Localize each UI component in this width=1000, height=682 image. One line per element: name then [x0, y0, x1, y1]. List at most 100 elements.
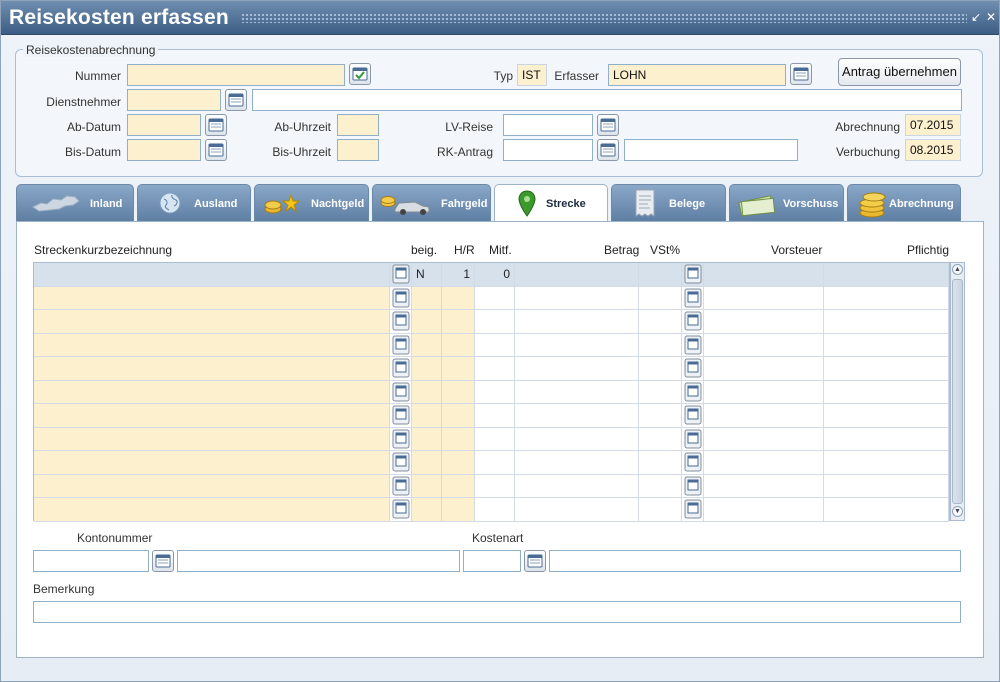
table-row[interactable] — [34, 427, 949, 451]
erfasser-input[interactable] — [608, 64, 786, 86]
table-row[interactable] — [34, 474, 949, 498]
cell-mitf[interactable] — [475, 310, 515, 334]
row-lookup-button[interactable] — [682, 357, 704, 381]
lvreise-input[interactable] — [503, 114, 593, 136]
abdatum-calendar-button[interactable] — [205, 114, 227, 136]
cell-bez[interactable] — [34, 310, 390, 334]
cell-betrag[interactable] — [515, 357, 639, 381]
cell-bez[interactable] — [34, 427, 390, 451]
cell-hr[interactable] — [442, 286, 475, 310]
cell-mitf[interactable] — [475, 286, 515, 310]
scroll-thumb[interactable] — [952, 279, 963, 504]
cell-vst[interactable] — [639, 357, 682, 381]
cell-vst[interactable] — [639, 474, 682, 498]
row-lookup-button[interactable] — [390, 310, 412, 334]
erfasser-lookup-button[interactable] — [790, 63, 812, 85]
nummer-input[interactable] — [127, 64, 345, 86]
kontonummer-lookup-button[interactable] — [152, 550, 174, 572]
cell-bez[interactable] — [34, 498, 390, 522]
cell-bez[interactable] — [34, 404, 390, 428]
cell-betrag[interactable] — [515, 263, 639, 287]
table-row[interactable] — [34, 380, 949, 404]
tab-abrechnung[interactable]: Abrechnung — [847, 184, 961, 221]
row-lookup-button[interactable] — [390, 451, 412, 475]
cell-vorsteuer[interactable] — [704, 333, 824, 357]
row-lookup-button[interactable] — [390, 380, 412, 404]
cell-vorsteuer[interactable] — [704, 263, 824, 287]
cell-vst[interactable] — [639, 286, 682, 310]
cell-beig[interactable] — [412, 310, 442, 334]
row-lookup-button[interactable] — [390, 263, 412, 287]
cell-hr[interactable] — [442, 380, 475, 404]
kontonummer-input[interactable] — [33, 550, 149, 572]
cell-hr[interactable] — [442, 427, 475, 451]
cell-mitf[interactable] — [475, 474, 515, 498]
cell-mitf[interactable] — [475, 498, 515, 522]
antrag-uebernehmen-button[interactable]: Antrag übernehmen — [838, 58, 961, 86]
cell-bez[interactable] — [34, 380, 390, 404]
table-row[interactable] — [34, 498, 949, 522]
cell-beig[interactable] — [412, 427, 442, 451]
table-row[interactable] — [34, 310, 949, 334]
cell-pflichtig[interactable] — [824, 357, 949, 381]
cell-beig[interactable] — [412, 357, 442, 381]
cell-vorsteuer[interactable] — [704, 451, 824, 475]
cell-pflichtig[interactable] — [824, 263, 949, 287]
cell-vst[interactable] — [639, 427, 682, 451]
cell-vorsteuer[interactable] — [704, 427, 824, 451]
cell-pflichtig[interactable] — [824, 498, 949, 522]
cell-vst[interactable] — [639, 404, 682, 428]
cell-pflichtig[interactable] — [824, 451, 949, 475]
cell-vst[interactable] — [639, 498, 682, 522]
abdatum-input[interactable] — [127, 114, 201, 136]
cell-mitf[interactable] — [475, 333, 515, 357]
cell-beig[interactable]: N — [412, 263, 442, 287]
cell-bez[interactable] — [34, 286, 390, 310]
kostenart-text-field[interactable] — [549, 550, 961, 572]
cell-beig[interactable] — [412, 474, 442, 498]
cell-mitf[interactable] — [475, 451, 515, 475]
dienstnehmer-input[interactable] — [127, 89, 221, 111]
row-lookup-button[interactable] — [682, 380, 704, 404]
cell-vst[interactable] — [639, 451, 682, 475]
table-row[interactable] — [34, 333, 949, 357]
table-row[interactable] — [34, 357, 949, 381]
bisdatum-calendar-button[interactable] — [205, 139, 227, 161]
row-lookup-button[interactable] — [390, 357, 412, 381]
tab-strecke[interactable]: Strecke — [494, 184, 608, 222]
cell-beig[interactable] — [412, 333, 442, 357]
tab-fahrgeld[interactable]: Fahrgeld — [372, 184, 491, 221]
rkantrag-lookup-button[interactable] — [597, 139, 619, 161]
cell-betrag[interactable] — [515, 380, 639, 404]
kostenart-input[interactable] — [463, 550, 521, 572]
cell-vorsteuer[interactable] — [704, 404, 824, 428]
kostenart-lookup-button[interactable] — [524, 550, 546, 572]
cell-vorsteuer[interactable] — [704, 286, 824, 310]
row-lookup-button[interactable] — [682, 333, 704, 357]
tab-inland[interactable]: Inland — [16, 184, 134, 221]
row-lookup-button[interactable] — [390, 427, 412, 451]
lvreise-lookup-button[interactable] — [597, 114, 619, 136]
cell-hr[interactable] — [442, 451, 475, 475]
cell-betrag[interactable] — [515, 474, 639, 498]
cell-mitf[interactable] — [475, 357, 515, 381]
cell-hr[interactable] — [442, 357, 475, 381]
row-lookup-button[interactable] — [682, 474, 704, 498]
tab-belege[interactable]: Belege — [611, 184, 726, 221]
kontonummer-text-field[interactable] — [177, 550, 460, 572]
cell-beig[interactable] — [412, 286, 442, 310]
cell-pflichtig[interactable] — [824, 380, 949, 404]
row-lookup-button[interactable] — [682, 286, 704, 310]
row-lookup-button[interactable] — [390, 498, 412, 522]
cell-beig[interactable] — [412, 380, 442, 404]
cell-pflichtig[interactable] — [824, 427, 949, 451]
rkantrag-input[interactable] — [503, 139, 593, 161]
row-lookup-button[interactable] — [390, 286, 412, 310]
row-lookup-button[interactable] — [682, 263, 704, 287]
cell-vst[interactable] — [639, 333, 682, 357]
title-bar[interactable]: Reisekosten erfassen ↙ ✕ — [1, 1, 999, 35]
table-row[interactable] — [34, 286, 949, 310]
row-lookup-button[interactable] — [682, 404, 704, 428]
cell-bez[interactable] — [34, 263, 390, 287]
cell-hr[interactable] — [442, 310, 475, 334]
